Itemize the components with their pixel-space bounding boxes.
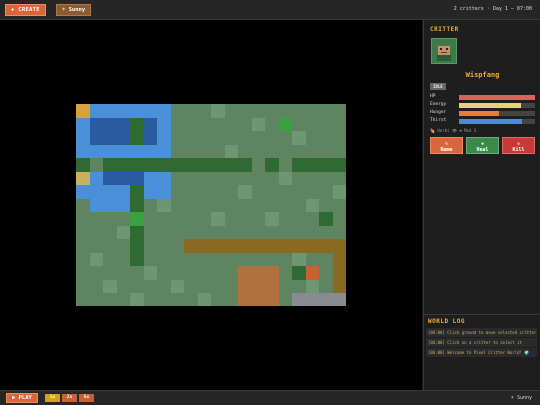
tree-tile xyxy=(130,239,144,253)
grass-tile xyxy=(197,293,211,306)
stat-label-energy: Energy xyxy=(430,102,447,107)
panel-title: CRITTER xyxy=(430,26,459,33)
critter-sprite xyxy=(76,171,90,185)
tree-tile xyxy=(157,158,171,172)
grass-tile xyxy=(292,131,306,145)
tree-tile xyxy=(116,158,130,172)
grass-tile xyxy=(278,171,292,185)
tree-tile xyxy=(292,266,306,280)
tree-tile xyxy=(130,252,144,266)
tree-tile xyxy=(305,158,319,172)
tree-tile xyxy=(224,158,238,172)
grass-tile xyxy=(211,104,225,118)
log-entry: [06:00] Click ground to move selected cr… xyxy=(426,328,537,337)
tree-tile xyxy=(319,212,333,226)
tree-tile xyxy=(319,158,333,172)
critter-traits: 🍖 Herbi 👁 ❤ Mod 3 xyxy=(430,128,477,133)
tree-tile xyxy=(170,158,184,172)
deep-water-tile xyxy=(103,171,144,185)
speed-2x-button[interactable]: 2x xyxy=(62,394,77,402)
tree-tile xyxy=(76,158,90,172)
tree-tile xyxy=(103,158,117,172)
grass-tile xyxy=(89,252,103,266)
water-tile xyxy=(143,185,171,199)
play-button[interactable]: ▶ PLAY xyxy=(6,393,38,403)
hunger-bar xyxy=(459,111,535,116)
world-map[interactable] xyxy=(76,104,346,306)
grass-tile xyxy=(170,279,184,293)
world-status: 2 critters · Day 1 — 07:00 xyxy=(453,6,532,12)
tree-tile xyxy=(130,225,144,239)
kill-button-label: Kill xyxy=(512,147,525,153)
tree-tile xyxy=(292,158,306,172)
grass-tile xyxy=(251,117,265,131)
grass-tile xyxy=(305,198,319,212)
grass-tile xyxy=(332,185,346,199)
speed-1x-button[interactable]: 1x xyxy=(45,394,60,402)
grass-tile xyxy=(130,293,144,306)
grass-tile xyxy=(211,212,225,226)
critter-sprite xyxy=(305,266,319,280)
tree-tile xyxy=(332,158,346,172)
heal-button-label: Heal xyxy=(476,147,489,153)
grass-tile xyxy=(265,212,279,226)
tree-tile xyxy=(143,158,157,172)
tree-tile xyxy=(130,185,144,199)
energy-bar xyxy=(459,103,535,108)
bottom-bar: ▶ PLAY 1x 2x 5x ☀ Sunny xyxy=(0,390,540,405)
heal-button[interactable]: ✚ Heal xyxy=(466,137,499,154)
create-button[interactable]: ✚ CREATE xyxy=(5,4,46,16)
status-badge: IDLE xyxy=(430,83,446,90)
stat-label-hunger: Hunger xyxy=(430,110,447,115)
tree-tile xyxy=(184,158,198,172)
tree-tile xyxy=(130,117,144,131)
speed-5x-button[interactable]: 5x xyxy=(79,394,94,402)
deep-water-tile xyxy=(89,117,157,145)
weather-button[interactable]: ☀ Sunny xyxy=(56,4,92,16)
critter-name: Wispfang xyxy=(465,71,500,79)
kill-button[interactable]: ☠ Kill xyxy=(502,137,535,154)
tree-tile xyxy=(130,158,144,172)
tree-tile xyxy=(130,198,144,212)
hp-bar xyxy=(459,95,535,100)
weather-indicator: ☀ Sunny xyxy=(510,395,532,401)
log-entry: [06:00] Click on a critter to select it xyxy=(426,338,537,347)
grass-tile xyxy=(224,144,238,158)
name-button[interactable]: ✎ Name xyxy=(430,137,463,154)
bush-tile xyxy=(278,117,292,131)
top-bar: ✚ CREATE ☀ Sunny 2 critters · Day 1 — 07… xyxy=(0,0,540,20)
path-tile xyxy=(184,239,346,253)
log-title: WORLD LOG xyxy=(428,318,466,325)
stat-label-hp: HP xyxy=(430,94,436,99)
grass-tile xyxy=(143,266,157,280)
critter-portrait xyxy=(431,38,457,64)
tree-tile xyxy=(130,131,144,145)
name-button-label: Name xyxy=(440,147,453,153)
grass-tile xyxy=(103,279,117,293)
bush-tile xyxy=(130,212,144,226)
tree-tile xyxy=(211,158,225,172)
wall-tile xyxy=(292,293,346,306)
grass-tile xyxy=(305,279,319,293)
log-divider xyxy=(423,314,540,315)
game-viewport[interactable] xyxy=(0,20,422,390)
grass-tile xyxy=(157,198,171,212)
grass-tile xyxy=(238,185,252,199)
grass-tile xyxy=(292,252,306,266)
critter-sprite xyxy=(76,104,90,118)
grass-tile xyxy=(116,225,130,239)
tree-tile xyxy=(197,158,211,172)
thirst-bar xyxy=(459,119,535,124)
tree-tile xyxy=(265,158,279,172)
tree-tile xyxy=(238,158,252,172)
village-tile xyxy=(238,266,279,306)
log-entry: [06:00] Welcome to Pixel Critter World! … xyxy=(426,348,537,357)
stat-label-thirst: Thirst xyxy=(430,118,447,123)
